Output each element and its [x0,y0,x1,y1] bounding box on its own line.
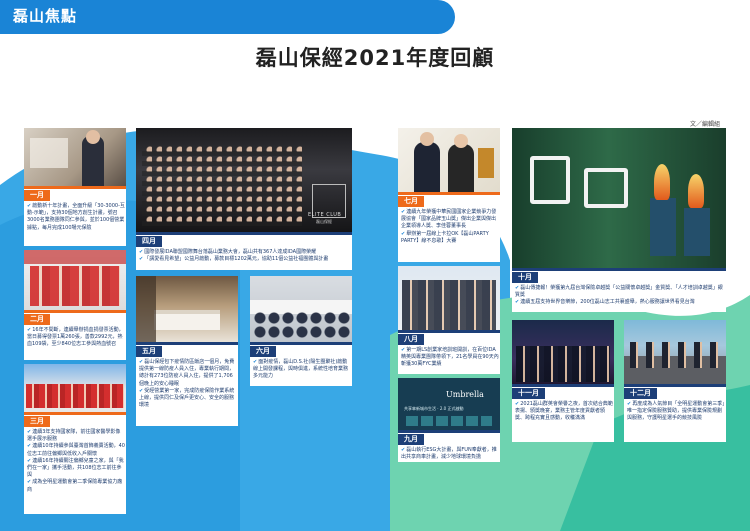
month-text-nov: 2021磊山群英會榮譽之夜，首次結合典範表揚、頒獎晚宴，業務主管年度貢獻者頒獎、… [515,401,613,423]
month-text-may: 磊山保經包下疫情防區飯店一個月，免費提供第一線防疫人員入住，專業執行期間，總計有… [139,359,237,409]
header-title: 磊山焦點 [13,7,78,25]
photo-jan [24,128,126,186]
photo-oct [512,128,726,268]
photo-may [136,276,238,342]
month-label-jun: 六月 [250,346,276,357]
month-text-jul: 連續九年榮獲中華民國國家企業競爭力發展協會「國家品牌玉山獎」傑出企業與傑出企業領… [401,209,499,245]
month-card-jan: 一月 啟動新十年計畫，全面升級「30-3000-互動-示範」，支持30個地方創生… [24,128,126,246]
photo-feb [24,250,126,310]
month-card-aug: 八月 第一期LS創業家培訓班開訓，在百位IDA精英與專業團隊帶領下，21名學員在… [398,266,500,374]
photo-aug [398,266,500,330]
month-label-nov: 十一月 [512,388,545,399]
month-label-may: 五月 [136,346,162,357]
elite-club-subtext: 磊山保經 [316,219,332,224]
month-label-apr: 四月 [136,236,162,247]
photo-apr: ELITE CLUB 磊山保經 [136,128,352,232]
month-text-feb: 16年不間斷，連續舉辦捐血捐發票活動，當日募得發票1萬260張，善款2992元，… [27,327,125,349]
month-text-sep: 磊山執行ESG大計畫，與FUN奉獻者，推出共享商車計畫，減少地球環境負擔 [401,447,499,461]
month-text-dec: 再度成為人氣節目「全明星運動會第三季」唯一指定保險服務贊助，提供專業保險規劃與服… [627,401,725,423]
photo-jun [250,276,352,342]
elite-club-text: ELITE CLUB [308,212,342,218]
month-text-jun: 面對疫情，磊山D.S.社(陽生團聚社)啟動線上開發課程，與時俱進，系統性培育業務… [253,359,351,381]
photo-nov [512,320,614,384]
month-card-nov: 十一月 2021磊山群英會榮譽之夜，首次結合典範表揚、頒獎晚宴，業務主管年度貢獻… [512,320,614,442]
month-card-sep: Umbrella 共享傘新城市生活 · 2.0 正式啟動 九月 磊山執行ESG大… [398,378,500,462]
month-label-oct: 十月 [512,272,538,283]
photo-dec [624,320,726,384]
month-card-feb: 二月 16年不間斷，連續舉辦捐血捐發票活動，當日募得發票1萬260張，善款299… [24,250,126,360]
umbrella-subtitle: 共享傘新城市生活 · 2.0 正式啟動 [404,406,464,411]
month-label-mar: 三月 [24,416,50,427]
photo-mar [24,364,126,412]
photo-sep: Umbrella 共享傘新城市生活 · 2.0 正式啟動 [398,378,500,430]
month-text-jan: 啟動新十年計畫，全面升級「30-3000-互動-示範」，支持30個地方創生計畫，… [27,203,125,232]
month-label-sep: 九月 [398,434,424,445]
month-label-dec: 十二月 [624,388,657,399]
umbrella-brand: Umbrella [446,390,484,399]
month-label-jan: 一月 [24,190,50,201]
page-title: 磊山保經2021年度回顧 [255,46,495,70]
editor-credit: 文／編輯組 [689,121,720,128]
month-text-aug: 第一期LS創業家培訓班開訓，在百位IDA精英與專業團隊帶領下，21名學員在90天… [401,347,499,369]
month-card-jun: 六月 面對疫情，磊山D.S.社(陽生團聚社)啟動線上開發課程，與時俱進，系統性培… [250,276,352,386]
month-label-feb: 二月 [24,314,50,325]
month-label-aug: 八月 [398,334,424,345]
month-card-apr: ELITE CLUB 磊山保經 四月 國際發展IDA聯盟國際舞台落磊山業務大會，… [136,128,352,270]
month-label-jul: 七月 [398,196,424,207]
month-card-may: 五月 磊山保經包下疫情防區飯店一個月，免費提供第一線防疫人員入住，專業執行期間，… [136,276,238,426]
month-card-jul: 七月 連續九年榮獲中華民國國家企業競爭力發展協會「國家品牌玉山獎」傑出企業與傑出… [398,128,500,262]
month-text-apr: 國際發展IDA聯盟國際舞台落磊山業務大會，磊山共有367人達成IDA國際榮耀 「… [139,249,351,263]
month-text-oct: 磊山傳捷報！榮獲第九屆台灣保險卓越獎「公益關懷卓越獎」金質獎、「人才培訓卓越獎」… [515,285,725,307]
month-card-oct: 十月 磊山傳捷報！榮獲第九屆台灣保險卓越獎「公益關懷卓越獎」金質獎、「人才培訓卓… [512,128,726,312]
month-card-dec: 十二月 再度成為人氣節目「全明星運動會第三季」唯一指定保險服務贊助，提供專業保險… [624,320,726,442]
month-text-mar: 連續3年支持國家隊，前往國家醫學影像選手展示服務 連續10年持續參與臺灣首飾義賣… [27,429,125,494]
month-card-mar: 三月 連續3年支持國家隊，前往國家醫學影像選手展示服務 連續10年持續參與臺灣首… [24,364,126,514]
photo-jul [398,128,500,192]
